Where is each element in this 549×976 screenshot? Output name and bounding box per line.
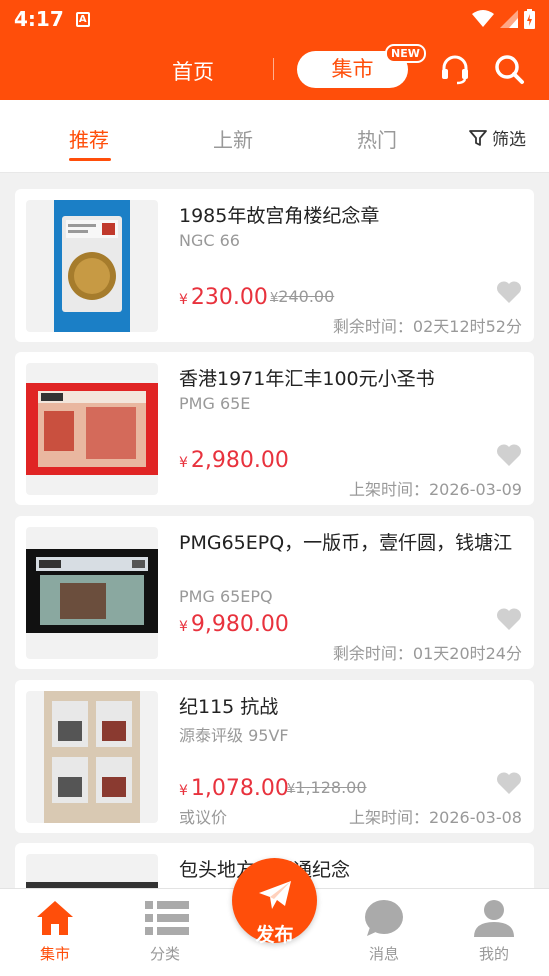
nav-market-label: 集市 <box>39 945 70 963</box>
nav-mine[interactable]: 我的 <box>439 889 549 976</box>
list-item[interactable]: 1985年故宫角楼纪念章 NGC 66 ¥230.00 ¥240.00 剩余时间… <box>15 189 534 342</box>
nav-mine-label: 我的 <box>478 945 509 963</box>
filter-label: 筛选 <box>492 130 526 150</box>
item-time: 上架时间：2026-03-08 <box>349 808 522 827</box>
item-original-price: ¥1,128.00 <box>287 778 367 797</box>
status-time: 4:17 <box>14 7 64 31</box>
item-time: 剩余时间：01天20时24分 <box>332 644 522 663</box>
header-divider <box>273 58 274 80</box>
tab-new[interactable]: 上新 <box>213 124 253 153</box>
app-header: 首页 集市 NEW <box>0 38 549 100</box>
item-price: ¥230.00 <box>179 285 268 310</box>
item-grade: 源泰评级 95VF <box>179 726 289 745</box>
price-value: 9,980.00 <box>190 612 289 637</box>
heart-icon[interactable] <box>496 771 522 795</box>
list-item[interactable]: 香港1971年汇丰100元小圣书 PMG 65E ¥2,980.00 上架时间：… <box>15 352 534 505</box>
item-time: 上架时间：2026-03-09 <box>349 480 522 499</box>
active-tab-indicator <box>69 158 111 161</box>
item-grade: PMG 65E <box>179 394 251 413</box>
price-value: 230.00 <box>190 285 268 310</box>
item-price: ¥1,078.00 <box>179 776 289 801</box>
user-icon <box>474 900 514 937</box>
home-tab[interactable]: 首页 <box>172 56 214 86</box>
heart-icon[interactable] <box>496 443 522 467</box>
item-grade: NGC 66 <box>179 231 240 250</box>
nav-category-label: 分类 <box>149 945 180 963</box>
negotiable-label: 或议价 <box>179 808 228 827</box>
tab-hot[interactable]: 热门 <box>357 124 397 153</box>
list-item[interactable]: 纪115 抗战 源泰评级 95VF ¥1,078.00 ¥1,128.00 或议… <box>15 680 534 833</box>
tab-bar: 推荐 上新 热门 筛选 <box>0 100 549 173</box>
item-title: 香港1971年汇丰100元小圣书 <box>179 368 435 390</box>
item-title: 包头地方卡开通纪念 <box>179 855 524 885</box>
publish-button[interactable]: 发布 <box>232 858 317 946</box>
item-title: 纪115 抗战 <box>179 696 279 718</box>
item-price: ¥9,980.00 <box>179 612 289 637</box>
nav-messages[interactable]: 消息 <box>329 889 439 976</box>
item-title: 1985年故宫角楼纪念章 <box>179 205 380 227</box>
price-value: 2,980.00 <box>190 448 289 473</box>
new-badge: NEW <box>385 44 426 63</box>
item-image <box>26 200 158 332</box>
currency-symbol: ¥ <box>179 292 188 308</box>
price-value: 1,078.00 <box>190 776 289 801</box>
nav-market[interactable]: 集市 <box>0 889 110 976</box>
item-grade: PMG 65EPQ <box>179 587 273 606</box>
list-icon <box>145 901 189 935</box>
heart-icon[interactable] <box>496 607 522 631</box>
filter-icon <box>469 129 487 146</box>
item-time: 剩余时间：02天12时52分 <box>332 317 522 336</box>
currency-symbol: ¥ <box>179 783 188 799</box>
search-icon[interactable] <box>492 52 526 86</box>
list-item[interactable]: PMG65EPQ，一版币，壹仟圆，钱塘江 PMG 65EPQ ¥9,980.00… <box>15 516 534 669</box>
original-price-value: 1,128.00 <box>295 778 367 797</box>
tab-recommended[interactable]: 推荐 <box>69 124 109 153</box>
item-price: ¥2,980.00 <box>179 448 289 473</box>
status-bar: 4:17 A <box>0 0 549 38</box>
signal-icon <box>500 10 518 28</box>
nav-messages-label: 消息 <box>368 945 399 963</box>
currency-symbol: ¥ <box>179 455 188 471</box>
item-image <box>26 363 158 495</box>
original-price-value: 240.00 <box>278 287 335 306</box>
item-title: PMG65EPQ，一版币，壹仟圆，钱塘江 <box>179 532 513 554</box>
currency-symbol: ¥ <box>179 619 188 635</box>
home-icon <box>37 901 73 935</box>
item-image <box>26 691 158 823</box>
wifi-icon <box>472 10 494 27</box>
paper-plane-icon <box>259 881 291 909</box>
app-notification-icon: A <box>75 11 90 27</box>
chat-bubble-icon <box>365 900 403 936</box>
item-image <box>26 527 158 659</box>
nav-category[interactable]: 分类 <box>110 889 220 976</box>
battery-icon <box>524 9 535 29</box>
status-indicators <box>472 9 535 29</box>
customer-service-icon[interactable] <box>438 52 472 86</box>
item-original-price: ¥240.00 <box>270 287 334 306</box>
publish-label: 发布 <box>255 924 294 946</box>
heart-icon[interactable] <box>496 280 522 304</box>
filter-button[interactable]: 筛选 <box>468 125 526 150</box>
